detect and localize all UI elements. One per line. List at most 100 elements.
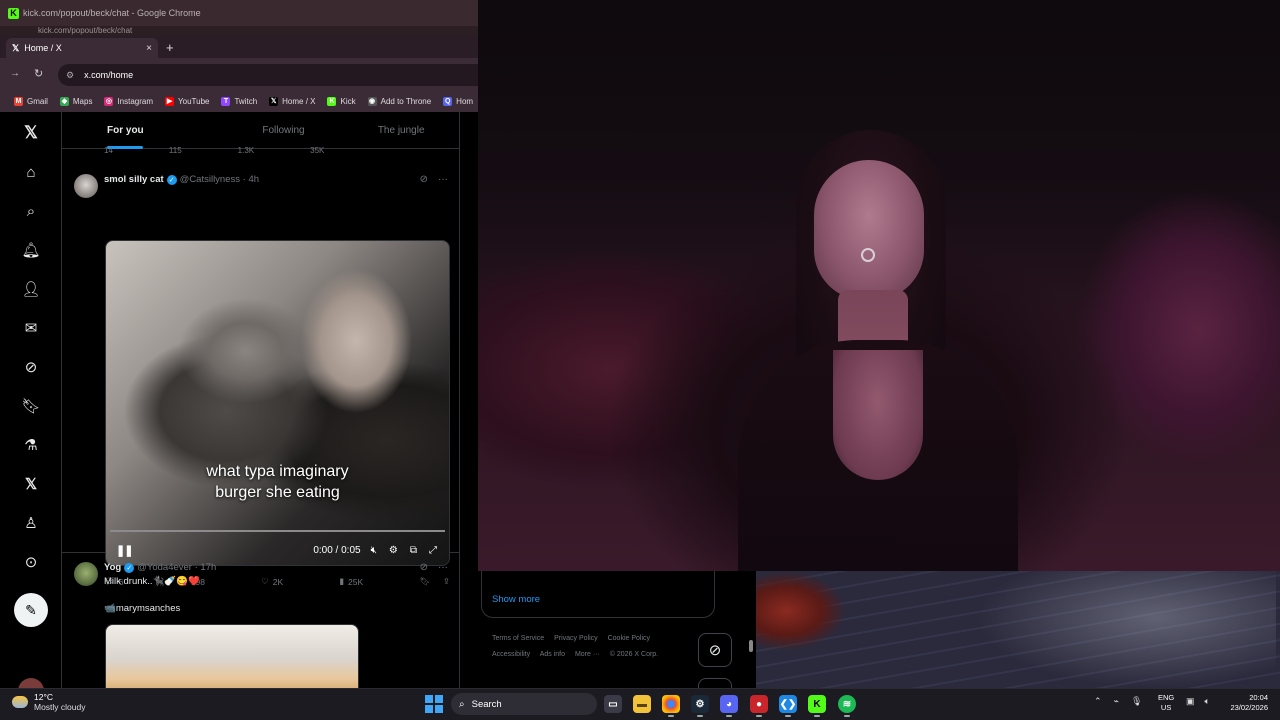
tab-for-you[interactable]: For you bbox=[62, 112, 225, 149]
footer-link[interactable]: Privacy Policy bbox=[554, 635, 598, 642]
grok-icon: ⊘ bbox=[708, 642, 722, 659]
avatar[interactable] bbox=[74, 562, 98, 586]
video-caption: what typa imaginary burger she eating bbox=[106, 461, 449, 503]
kick-app-icon[interactable]: K bbox=[808, 695, 826, 717]
author-handle[interactable]: @Catsillyness · 4h bbox=[180, 174, 259, 185]
discord-icon[interactable]: ◕ bbox=[720, 695, 738, 717]
cat-video-frame bbox=[106, 241, 449, 565]
microphone-icon[interactable]: 🎙︎ bbox=[1131, 696, 1142, 707]
volume-icon[interactable]: 🔈︎ bbox=[1205, 696, 1210, 707]
tab-close-icon[interactable]: × bbox=[146, 43, 152, 54]
footer-link[interactable]: Ads info bbox=[540, 651, 565, 658]
lang-line1: ENG bbox=[1158, 693, 1175, 702]
author-handle[interactable]: @Yoda4ever · 17h bbox=[137, 562, 216, 573]
more-options-icon[interactable]: ··· bbox=[438, 174, 448, 185]
popup-url: kick.com/popout/beck/chat bbox=[0, 26, 478, 36]
avatar[interactable] bbox=[74, 174, 98, 198]
taskbar-search[interactable]: ⌕ Search bbox=[451, 693, 597, 715]
bookmark-gmail[interactable]: M Gmail bbox=[14, 96, 48, 106]
timeline[interactable]: For you Following The jungle 14 115 1.3K… bbox=[62, 112, 460, 688]
tweet-tools: ⊘ ··· bbox=[420, 174, 448, 185]
footer-link[interactable]: Accessibility bbox=[492, 651, 530, 658]
webcam-person-chest bbox=[833, 350, 923, 480]
search-icon[interactable]: ⌕ bbox=[22, 202, 40, 220]
kick-icon: K bbox=[8, 7, 19, 19]
bookmarks-icon[interactable]: 🔖︎ bbox=[21, 397, 40, 415]
grok-icon[interactable]: ⊘ bbox=[22, 358, 40, 376]
premium-icon[interactable]: 𝕏 bbox=[22, 475, 40, 493]
address-bar[interactable]: ⚙ x.com/home bbox=[58, 64, 478, 86]
clock-time: 20:04 bbox=[1249, 693, 1268, 702]
clock[interactable]: 20:04 23/02/2026 bbox=[1226, 693, 1268, 713]
forward-icon[interactable]: → bbox=[10, 68, 20, 79]
clock-date: 23/02/2026 bbox=[1230, 703, 1268, 712]
tweet-text: Milk drunk..🐈‍⬛🍼😋❤️ bbox=[104, 576, 200, 587]
grok-button[interactable]: ⊘ bbox=[698, 633, 732, 667]
x-logo-icon[interactable]: 𝕏 bbox=[22, 123, 40, 142]
browser-tab-home-x[interactable]: 𝕏 Home / X × bbox=[6, 38, 158, 58]
tab-title: Home / X bbox=[24, 43, 62, 53]
task-view-icon[interactable]: ▭ bbox=[604, 695, 622, 713]
taskbar-search-label: Search bbox=[471, 698, 502, 710]
bookmark-hom[interactable]: Q Hom bbox=[443, 96, 473, 106]
footer-link[interactable]: More ··· bbox=[575, 651, 600, 658]
chrome-icon[interactable] bbox=[662, 695, 680, 717]
weather-icon bbox=[12, 696, 28, 708]
steam-icon[interactable]: ⚙ bbox=[691, 695, 709, 717]
footer-link[interactable]: Cookie Policy bbox=[608, 635, 650, 642]
bookmark-add-to-throne[interactable]: ◉ Add to Throne bbox=[367, 96, 431, 106]
reply-count[interactable]: 14 bbox=[104, 146, 113, 154]
author-name[interactable]: Yog bbox=[104, 562, 121, 573]
tweet[interactable]: smol silly cat ✓ @Catsillyness · 4h ⊘ ··… bbox=[62, 156, 459, 587]
like-count[interactable]: 1.3K bbox=[238, 146, 254, 154]
show-more-link[interactable]: Show more bbox=[492, 594, 540, 605]
profile-icon[interactable]: ♙ bbox=[22, 514, 40, 532]
tab-the-jungle[interactable]: The jungle bbox=[342, 112, 459, 148]
scrollbar[interactable] bbox=[749, 640, 753, 652]
video-player[interactable]: what typa imaginary burger she eating ❚❚… bbox=[105, 240, 450, 566]
bookmark-kick[interactable]: K Kick bbox=[327, 96, 356, 106]
author-name[interactable]: smol silly cat bbox=[104, 174, 164, 185]
tweet-media[interactable] bbox=[105, 624, 359, 688]
repost-count[interactable]: 115 bbox=[169, 146, 182, 154]
compose-post-button[interactable]: ✎ bbox=[14, 593, 48, 627]
recording-app-icon[interactable]: ● bbox=[750, 695, 768, 717]
show-hidden-icons-icon[interactable]: ⌃ bbox=[1094, 696, 1102, 707]
bookmark-label: Home / X bbox=[282, 96, 316, 106]
notifications-icon[interactable]: 🔔︎ bbox=[21, 241, 40, 259]
bookmark-instagram[interactable]: ◎ Instagram bbox=[104, 96, 153, 106]
language-indicator[interactable]: ENG US bbox=[1158, 693, 1174, 713]
vscode-icon[interactable]: ❮❯ bbox=[779, 695, 797, 717]
bookmark-twitch[interactable]: T Twitch bbox=[221, 96, 257, 106]
tweet-text: 📹marymsanches bbox=[104, 603, 181, 614]
network-icon[interactable]: ⌁ bbox=[1114, 696, 1119, 707]
spotify-icon[interactable]: ≋ bbox=[838, 695, 856, 717]
bookmark-youtube[interactable]: ▶ YouTube bbox=[165, 96, 209, 106]
reload-icon[interactable]: ↻ bbox=[34, 67, 43, 80]
view-count[interactable]: 35K bbox=[310, 146, 324, 154]
grok-explain-icon[interactable]: ⊘ bbox=[420, 174, 428, 185]
more-icon[interactable]: ⊙ bbox=[22, 553, 40, 571]
game-capture bbox=[756, 571, 1280, 688]
messages-icon[interactable]: ✉ bbox=[22, 319, 40, 337]
popup-window-title: kick.com/popout/beck/chat - Google Chrom… bbox=[23, 8, 201, 18]
file-explorer-icon[interactable]: ▬ bbox=[633, 695, 651, 713]
grok-explain-icon[interactable]: ⊘ bbox=[420, 562, 428, 573]
display-icon[interactable]: ▣ bbox=[1186, 696, 1195, 707]
bookmark-maps[interactable]: ◆ Maps bbox=[59, 96, 93, 106]
follow-icon[interactable]: 👤︎ bbox=[21, 280, 40, 298]
more-options-icon[interactable]: ··· bbox=[438, 562, 448, 573]
home-icon[interactable]: ⌂ bbox=[22, 163, 40, 181]
start-button[interactable] bbox=[425, 695, 443, 713]
kick-popup-titlebar[interactable]: K kick.com/popout/beck/chat - Google Chr… bbox=[0, 0, 478, 26]
jobs-icon[interactable]: ⚗ bbox=[22, 436, 40, 454]
webcam-person-face bbox=[814, 160, 924, 300]
site-info-icon[interactable]: ⚙ bbox=[66, 70, 74, 81]
footer-link[interactable]: Terms of Service bbox=[492, 635, 544, 642]
new-tab-button[interactable]: + bbox=[166, 40, 174, 55]
tab-following[interactable]: Following bbox=[225, 112, 343, 148]
bookmark-home-x[interactable]: 𝕏 Home / X bbox=[269, 96, 316, 106]
weather-widget[interactable]: 12°C Mostly cloudy bbox=[12, 692, 86, 712]
bookmark-label: Maps bbox=[72, 96, 93, 106]
video-progress-bar[interactable] bbox=[110, 530, 445, 532]
